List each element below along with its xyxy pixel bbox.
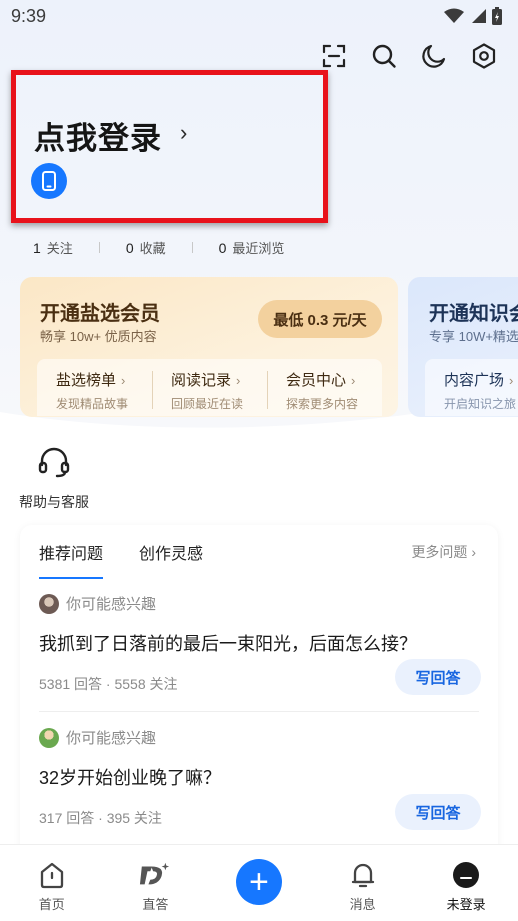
avatar-icon (450, 859, 482, 891)
wifi-icon (444, 8, 464, 23)
more-questions-link[interactable]: 更多问题 › (411, 542, 476, 562)
nav-create[interactable]: + (219, 845, 299, 905)
salt-card-subtitle: 畅享 10w+ 优质内容 (40, 329, 157, 344)
salt-ranking-link[interactable]: 盐选榜单 › 发现精品故事 (37, 359, 152, 416)
chevron-right-icon: › (509, 373, 514, 388)
salt-card-links: 盐选榜单 › 发现精品故事 阅读记录 › 回顾最近在读 会员中心 › 探索更多内容 (37, 359, 382, 416)
nav-profile-label: 未登录 (446, 897, 486, 912)
avatar (39, 593, 59, 614)
headset-icon (38, 447, 70, 478)
home-icon (36, 859, 68, 891)
write-answer-button[interactable]: 写回答 (395, 659, 481, 695)
stat-divider (98, 242, 100, 253)
question-title[interactable]: 32岁开始创业晚了嘛？ (39, 764, 481, 790)
nav-direct-answer[interactable]: 直答 (115, 845, 195, 913)
login-title[interactable]: 点我登录 (34, 113, 162, 158)
top-toolbar (320, 42, 498, 70)
divider (39, 711, 479, 712)
stat-favorites[interactable]: 0 收藏 (126, 238, 166, 257)
help-support-button[interactable]: 帮助与客服 (14, 445, 94, 512)
signal-icon (472, 9, 486, 23)
stat-divider (191, 242, 193, 253)
question-panel: 推荐问题 创作灵感 更多问题 › 你可能感兴趣 我抓到了日落前的最后一束阳光，后… (20, 525, 498, 855)
salt-membership-card[interactable]: 开通盐选会员 畅享 10w+ 优质内容 最低 0.3 元/天 盐选榜单 › 发现精… (20, 277, 398, 417)
nav-direct-answer-label: 直答 (142, 897, 169, 912)
nav-home-label: 首页 (38, 897, 65, 912)
direct-answer-icon (139, 859, 171, 891)
settings-icon[interactable] (470, 42, 498, 70)
question-item[interactable]: 你可能感兴趣 我抓到了日落前的最后一束阳光，后面怎么接？ 5381 回答 · 5… (39, 593, 481, 695)
tab-inspiration[interactable]: 创作灵感 (139, 540, 203, 579)
content-square-link[interactable]: 内容广场 › 开启知识之旅 (425, 359, 518, 416)
nav-profile[interactable]: 未登录 (426, 845, 506, 913)
salt-card-title: 开通盐选会员 (40, 303, 160, 325)
bell-icon (347, 859, 379, 891)
write-answer-button[interactable]: 写回答 (395, 794, 481, 830)
nav-home[interactable]: 首页 (12, 845, 92, 913)
stat-following[interactable]: 1 关注 (33, 238, 73, 257)
salt-price-button[interactable]: 最低 0.3 元/天 (258, 300, 382, 338)
theme-icon[interactable] (420, 42, 448, 70)
knowledge-membership-card[interactable]: 开通知识会 专享 10W+精选 内容广场› 开启知识之旅 (408, 277, 518, 417)
question-item[interactable]: 你可能感兴趣 32岁开始创业晚了嘛？ 317 回答 · 395 关注 写回答 (39, 727, 481, 830)
chevron-right-icon: › (236, 373, 241, 388)
member-center-link[interactable]: 会员中心 › 探索更多内容 (267, 359, 382, 416)
chevron-right-icon[interactable]: › (180, 120, 187, 146)
recommend-reason: 你可能感兴趣 (66, 730, 157, 747)
reading-history-link[interactable]: 阅读记录 › 回顾最近在读 (152, 359, 267, 416)
tab-recommended[interactable]: 推荐问题 (39, 540, 104, 579)
profile-stats: 1 关注 0 收藏 0 最近浏览 (33, 238, 284, 257)
nav-messages-label: 消息 (349, 897, 376, 912)
nav-messages[interactable]: 消息 (323, 845, 403, 913)
battery-icon (492, 7, 502, 25)
question-title[interactable]: 我抓到了日落前的最后一束阳光，后面怎么接？ (39, 630, 481, 656)
plus-icon: + (235, 859, 282, 905)
search-icon[interactable] (370, 42, 398, 70)
recommend-reason: 你可能感兴趣 (66, 596, 157, 613)
chevron-right-icon: › (121, 373, 126, 388)
status-bar: 9:39 (0, 0, 518, 32)
phone-icon (42, 171, 56, 191)
status-icons (444, 7, 502, 25)
stat-recent[interactable]: 0 最近浏览 (219, 238, 285, 257)
question-tabs: 推荐问题 创作灵感 (39, 540, 203, 579)
status-time: 9:39 (11, 5, 47, 26)
login-highlight-box: 点我登录 › (11, 70, 328, 223)
phone-login-button[interactable] (31, 163, 67, 199)
bottom-navigation: 首页 直答 + 消息 未登录 (0, 844, 518, 921)
chevron-right-icon: › (351, 373, 356, 388)
scan-icon[interactable] (320, 42, 348, 70)
avatar (39, 727, 59, 748)
help-label: 帮助与客服 (19, 494, 89, 510)
knowledge-card-title: 开通知识会 (429, 303, 518, 325)
knowledge-card-subtitle: 专享 10W+精选 (429, 329, 518, 344)
